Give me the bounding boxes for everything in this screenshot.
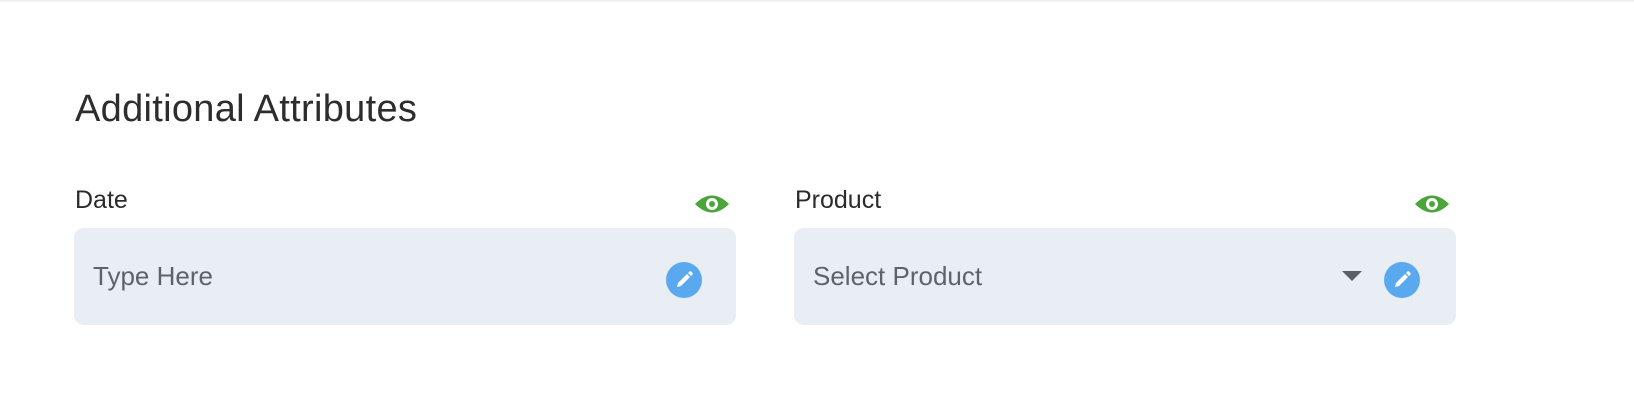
- section-title: Additional Attributes: [75, 88, 418, 130]
- product-field-label: Product: [795, 186, 882, 214]
- date-input[interactable]: [93, 228, 613, 325]
- pencil-icon[interactable]: [666, 262, 702, 298]
- eye-icon[interactable]: [694, 191, 730, 217]
- date-input-container: [74, 228, 736, 325]
- eye-icon[interactable]: [1414, 191, 1450, 217]
- product-select[interactable]: Select Product: [794, 228, 1456, 325]
- header-shadow-divider: [0, 0, 1634, 3]
- product-select-value[interactable]: Select Product: [813, 228, 982, 325]
- pencil-icon[interactable]: [1384, 262, 1420, 298]
- caret-down-icon[interactable]: [1342, 271, 1362, 281]
- date-field-label: Date: [75, 186, 128, 214]
